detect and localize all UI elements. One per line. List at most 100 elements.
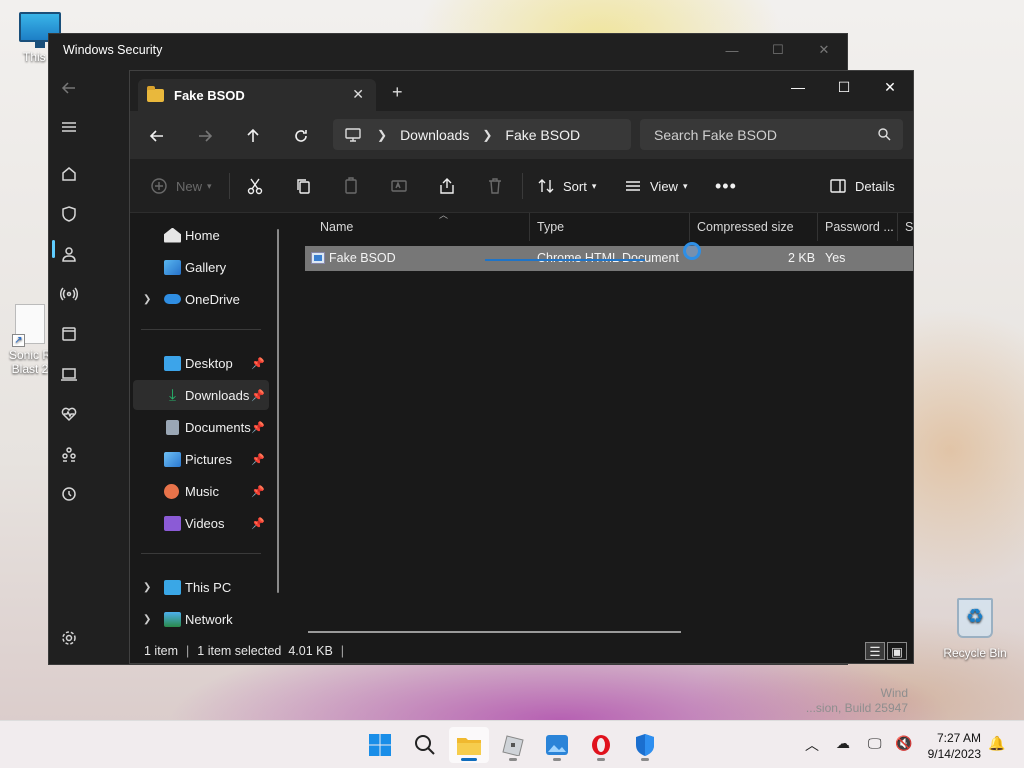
tab-close-icon[interactable]: ✕: [352, 86, 364, 103]
rename-button[interactable]: [390, 173, 408, 199]
tiles-view-icon[interactable]: ▣: [887, 642, 907, 660]
network-monitor-icon[interactable]: 🖵: [868, 735, 882, 752]
notification-bell-icon[interactable]: 🔔: [988, 735, 1005, 752]
nav-scrollbar[interactable]: [277, 229, 279, 593]
close-button[interactable]: ✕: [801, 34, 847, 66]
nav-item-pictures[interactable]: Pictures 📌: [133, 444, 269, 474]
settings-gear-icon[interactable]: [55, 624, 83, 652]
pin-icon[interactable]: 📌: [251, 485, 265, 498]
clock[interactable]: 7:27 AM 9/14/2023: [928, 730, 981, 762]
app-browser-icon[interactable]: [55, 320, 83, 348]
clipboard-icon: [345, 177, 357, 194]
view-button[interactable]: View ▾: [624, 173, 687, 199]
nav-item-this-pc[interactable]: ❯ This PC: [133, 572, 269, 602]
details-button[interactable]: Details: [829, 173, 895, 199]
nav-item-network[interactable]: ❯ Network: [133, 604, 269, 634]
minimize-button[interactable]: —: [775, 71, 821, 103]
nav-item-onedrive[interactable]: ❯ OneDrive: [133, 284, 269, 314]
nav-item-videos[interactable]: Videos 📌: [133, 508, 269, 538]
taskbar-windows-security[interactable]: [625, 727, 665, 763]
paste-button[interactable]: [342, 173, 360, 199]
status-bar: 1 item | 1 item selected 4.01 KB | ☰ ▣: [130, 637, 913, 663]
search-input[interactable]: [654, 126, 864, 143]
window-title: Windows Security: [63, 43, 163, 57]
delete-button[interactable]: [486, 173, 504, 199]
account-icon[interactable]: [55, 240, 83, 268]
tab-fake-bsod[interactable]: Fake BSOD ✕: [138, 79, 376, 111]
column-header-password[interactable]: Password ...: [818, 213, 898, 241]
taskbar-photos[interactable]: [537, 727, 577, 763]
nav-item-music[interactable]: Music 📌: [133, 476, 269, 506]
shield-icon[interactable]: [55, 200, 83, 228]
recycle-bin-icon: ♻: [957, 598, 993, 638]
nav-item-label: Network: [185, 611, 233, 627]
family-icon[interactable]: [55, 440, 83, 468]
column-header-name[interactable]: Name ︿: [313, 210, 530, 241]
copy-button[interactable]: [294, 173, 312, 199]
sort-label: Sort: [563, 178, 587, 194]
more-options-button[interactable]: •••: [715, 173, 737, 199]
minimize-button[interactable]: —: [709, 34, 755, 66]
breadcrumb-downloads[interactable]: Downloads: [400, 127, 469, 143]
forward-button[interactable]: [192, 123, 218, 149]
device-security-icon[interactable]: [55, 360, 83, 388]
pin-icon[interactable]: 📌: [251, 357, 265, 370]
details-view-icon[interactable]: ☰: [865, 642, 885, 660]
column-header-type[interactable]: Type: [530, 213, 690, 241]
html-file-icon: [311, 252, 325, 264]
nav-item-downloads[interactable]: ⤓ Downloads 📌: [133, 380, 269, 410]
desktop-icon-recycle-bin[interactable]: ♻ Recycle Bin: [940, 598, 1010, 660]
column-header-size[interactable]: Si: [898, 213, 913, 241]
sort-button[interactable]: Sort ▾: [537, 173, 596, 199]
column-header-compressed-size[interactable]: Compressed size: [690, 213, 818, 241]
taskbar-file-explorer[interactable]: [449, 727, 489, 763]
chevron-up-icon[interactable]: ︿: [805, 735, 819, 755]
refresh-button[interactable]: [288, 123, 314, 149]
photos-icon: [546, 735, 568, 755]
history-icon[interactable]: [55, 480, 83, 508]
up-button[interactable]: [240, 123, 266, 149]
nav-item-label: This PC: [185, 579, 232, 595]
nav-item-gallery[interactable]: Gallery: [133, 252, 269, 282]
new-tab-button[interactable]: +: [392, 82, 403, 103]
taskbar-opera[interactable]: [581, 727, 621, 763]
home-icon[interactable]: [55, 160, 83, 188]
search-button[interactable]: [405, 727, 445, 763]
nav-item-desktop[interactable]: Desktop 📌: [133, 348, 269, 378]
nav-item-label: OneDrive: [185, 291, 240, 307]
maximize-button[interactable]: ☐: [755, 34, 801, 66]
menu-icon[interactable]: [55, 113, 83, 141]
share-button[interactable]: [438, 173, 456, 199]
pin-icon[interactable]: 📌: [251, 421, 265, 434]
start-button[interactable]: [360, 727, 400, 763]
column-label: Compressed size: [697, 220, 794, 234]
chevron-right-icon[interactable]: ❯: [143, 294, 151, 305]
network-antenna-icon[interactable]: [55, 280, 83, 308]
shield-icon: [636, 734, 654, 756]
back-button[interactable]: [144, 123, 170, 149]
pin-icon[interactable]: 📌: [251, 389, 265, 402]
close-button[interactable]: ✕: [867, 71, 913, 103]
chevron-right-icon[interactable]: ❯: [143, 614, 151, 625]
taskbar-roblox[interactable]: [493, 727, 533, 763]
search-box[interactable]: [640, 119, 903, 150]
folder-icon: [147, 85, 164, 102]
chevron-right-icon[interactable]: ❯: [143, 582, 151, 593]
nav-item-documents[interactable]: Documents 📌: [133, 412, 269, 442]
pin-icon[interactable]: 📌: [251, 453, 265, 466]
horizontal-scrollbar[interactable]: [308, 631, 681, 633]
nav-item-home[interactable]: Home: [133, 220, 269, 250]
view-toggle: ☰ ▣: [865, 642, 907, 660]
shortcut-arrow-icon: ↗: [12, 334, 25, 347]
volume-muted-icon[interactable]: 🔇: [895, 735, 912, 752]
pin-icon[interactable]: 📌: [251, 517, 265, 530]
back-button[interactable]: [55, 74, 83, 102]
new-button[interactable]: New ▾: [150, 173, 212, 199]
maximize-button[interactable]: ☐: [821, 71, 867, 103]
cut-button[interactable]: [246, 173, 264, 199]
address-bar[interactable]: ❯ Downloads ❯ Fake BSOD: [333, 119, 631, 150]
cloud-offline-icon[interactable]: ☁: [836, 735, 850, 752]
breadcrumb-fake-bsod[interactable]: Fake BSOD: [505, 127, 580, 143]
file-explorer-window[interactable]: Fake BSOD ✕ + — ☐ ✕ ❯ Downloads ❯ Fake B…: [129, 70, 914, 664]
health-icon[interactable]: [55, 400, 83, 428]
